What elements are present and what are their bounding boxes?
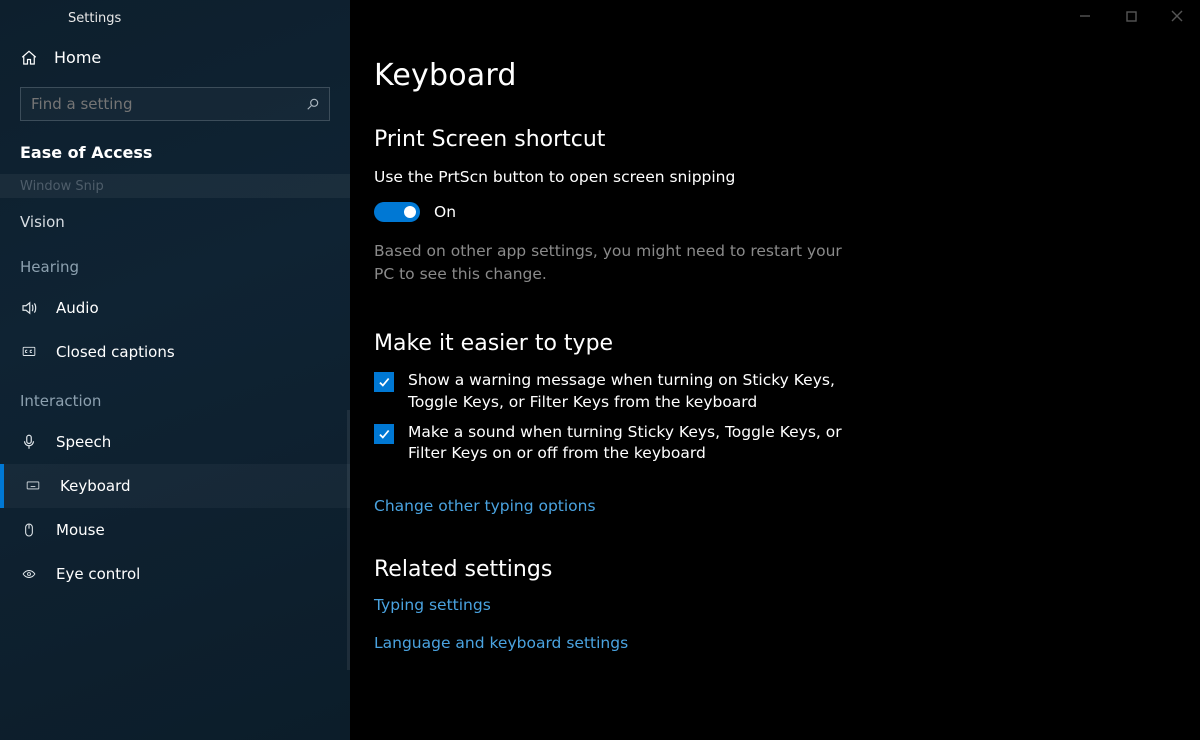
window-controls bbox=[1062, 0, 1200, 32]
sidebar-item-label: Speech bbox=[56, 433, 111, 451]
speaker-icon bbox=[20, 299, 38, 317]
check-sound-label: Make a sound when turning Sticky Keys, T… bbox=[408, 422, 874, 465]
check-sound[interactable] bbox=[374, 424, 394, 444]
window-title-text: Settings bbox=[68, 11, 121, 26]
prtscn-desc: Use the PrtScn button to open screen sni… bbox=[374, 166, 874, 188]
nav-home-label: Home bbox=[54, 48, 101, 67]
mouse-icon bbox=[20, 521, 38, 539]
sidebar-item-eye-control[interactable]: Eye control bbox=[0, 552, 350, 596]
check-warning[interactable] bbox=[374, 372, 394, 392]
section-easier-heading: Make it easier to type bbox=[374, 331, 1164, 356]
link-change-typing-options[interactable]: Change other typing options bbox=[374, 497, 596, 515]
eye-icon bbox=[20, 565, 38, 583]
sidebar-item-label: Eye control bbox=[56, 565, 140, 583]
home-icon bbox=[20, 49, 38, 67]
main-content: Keyboard Print Screen shortcut Use the P… bbox=[350, 0, 1200, 740]
prtscn-toggle-label: On bbox=[434, 203, 456, 221]
sidebar-group-vision[interactable]: Vision bbox=[0, 204, 350, 240]
sidebar-item-label: Closed captions bbox=[56, 343, 175, 361]
page-title: Keyboard bbox=[374, 58, 1164, 93]
sidebar-ghost-row: Window Snip bbox=[0, 174, 350, 198]
section-related-heading: Related settings bbox=[374, 557, 1164, 582]
check-warning-label: Show a warning message when turning on S… bbox=[408, 370, 874, 413]
close-button[interactable] bbox=[1154, 0, 1200, 32]
sidebar-item-audio[interactable]: Audio bbox=[0, 286, 350, 330]
link-typing-settings[interactable]: Typing settings bbox=[374, 596, 1164, 614]
nav-home[interactable]: Home bbox=[0, 36, 350, 87]
search-input[interactable] bbox=[20, 87, 330, 121]
sidebar-item-label: Audio bbox=[56, 299, 99, 317]
sidebar-category: Ease of Access bbox=[0, 143, 350, 174]
sidebar-item-label: Keyboard bbox=[60, 477, 131, 495]
sidebar-item-mouse[interactable]: Mouse bbox=[0, 508, 350, 552]
link-language-keyboard-settings[interactable]: Language and keyboard settings bbox=[374, 634, 1164, 652]
window-title: Settings bbox=[0, 0, 350, 36]
search-box bbox=[20, 87, 330, 121]
prtscn-note: Based on other app settings, you might n… bbox=[374, 240, 854, 285]
sidebar-item-label: Mouse bbox=[56, 521, 105, 539]
sidebar-item-keyboard[interactable]: Keyboard bbox=[0, 464, 350, 508]
sidebar: Settings Home Ease of Access Window Snip… bbox=[0, 0, 350, 740]
prtscn-toggle[interactable] bbox=[374, 202, 420, 222]
minimize-button[interactable] bbox=[1062, 0, 1108, 32]
section-prtscn-heading: Print Screen shortcut bbox=[374, 127, 1164, 152]
sidebar-group-interaction: Interaction bbox=[0, 374, 350, 420]
mic-icon bbox=[20, 433, 38, 451]
sidebar-item-speech[interactable]: Speech bbox=[0, 420, 350, 464]
group-label-vision: Vision bbox=[20, 213, 65, 231]
keyboard-icon bbox=[24, 477, 42, 495]
sidebar-group-hearing: Hearing bbox=[0, 240, 350, 286]
maximize-button[interactable] bbox=[1108, 0, 1154, 32]
sidebar-item-closed-captions[interactable]: Closed captions bbox=[0, 330, 350, 374]
captions-icon bbox=[20, 343, 38, 361]
